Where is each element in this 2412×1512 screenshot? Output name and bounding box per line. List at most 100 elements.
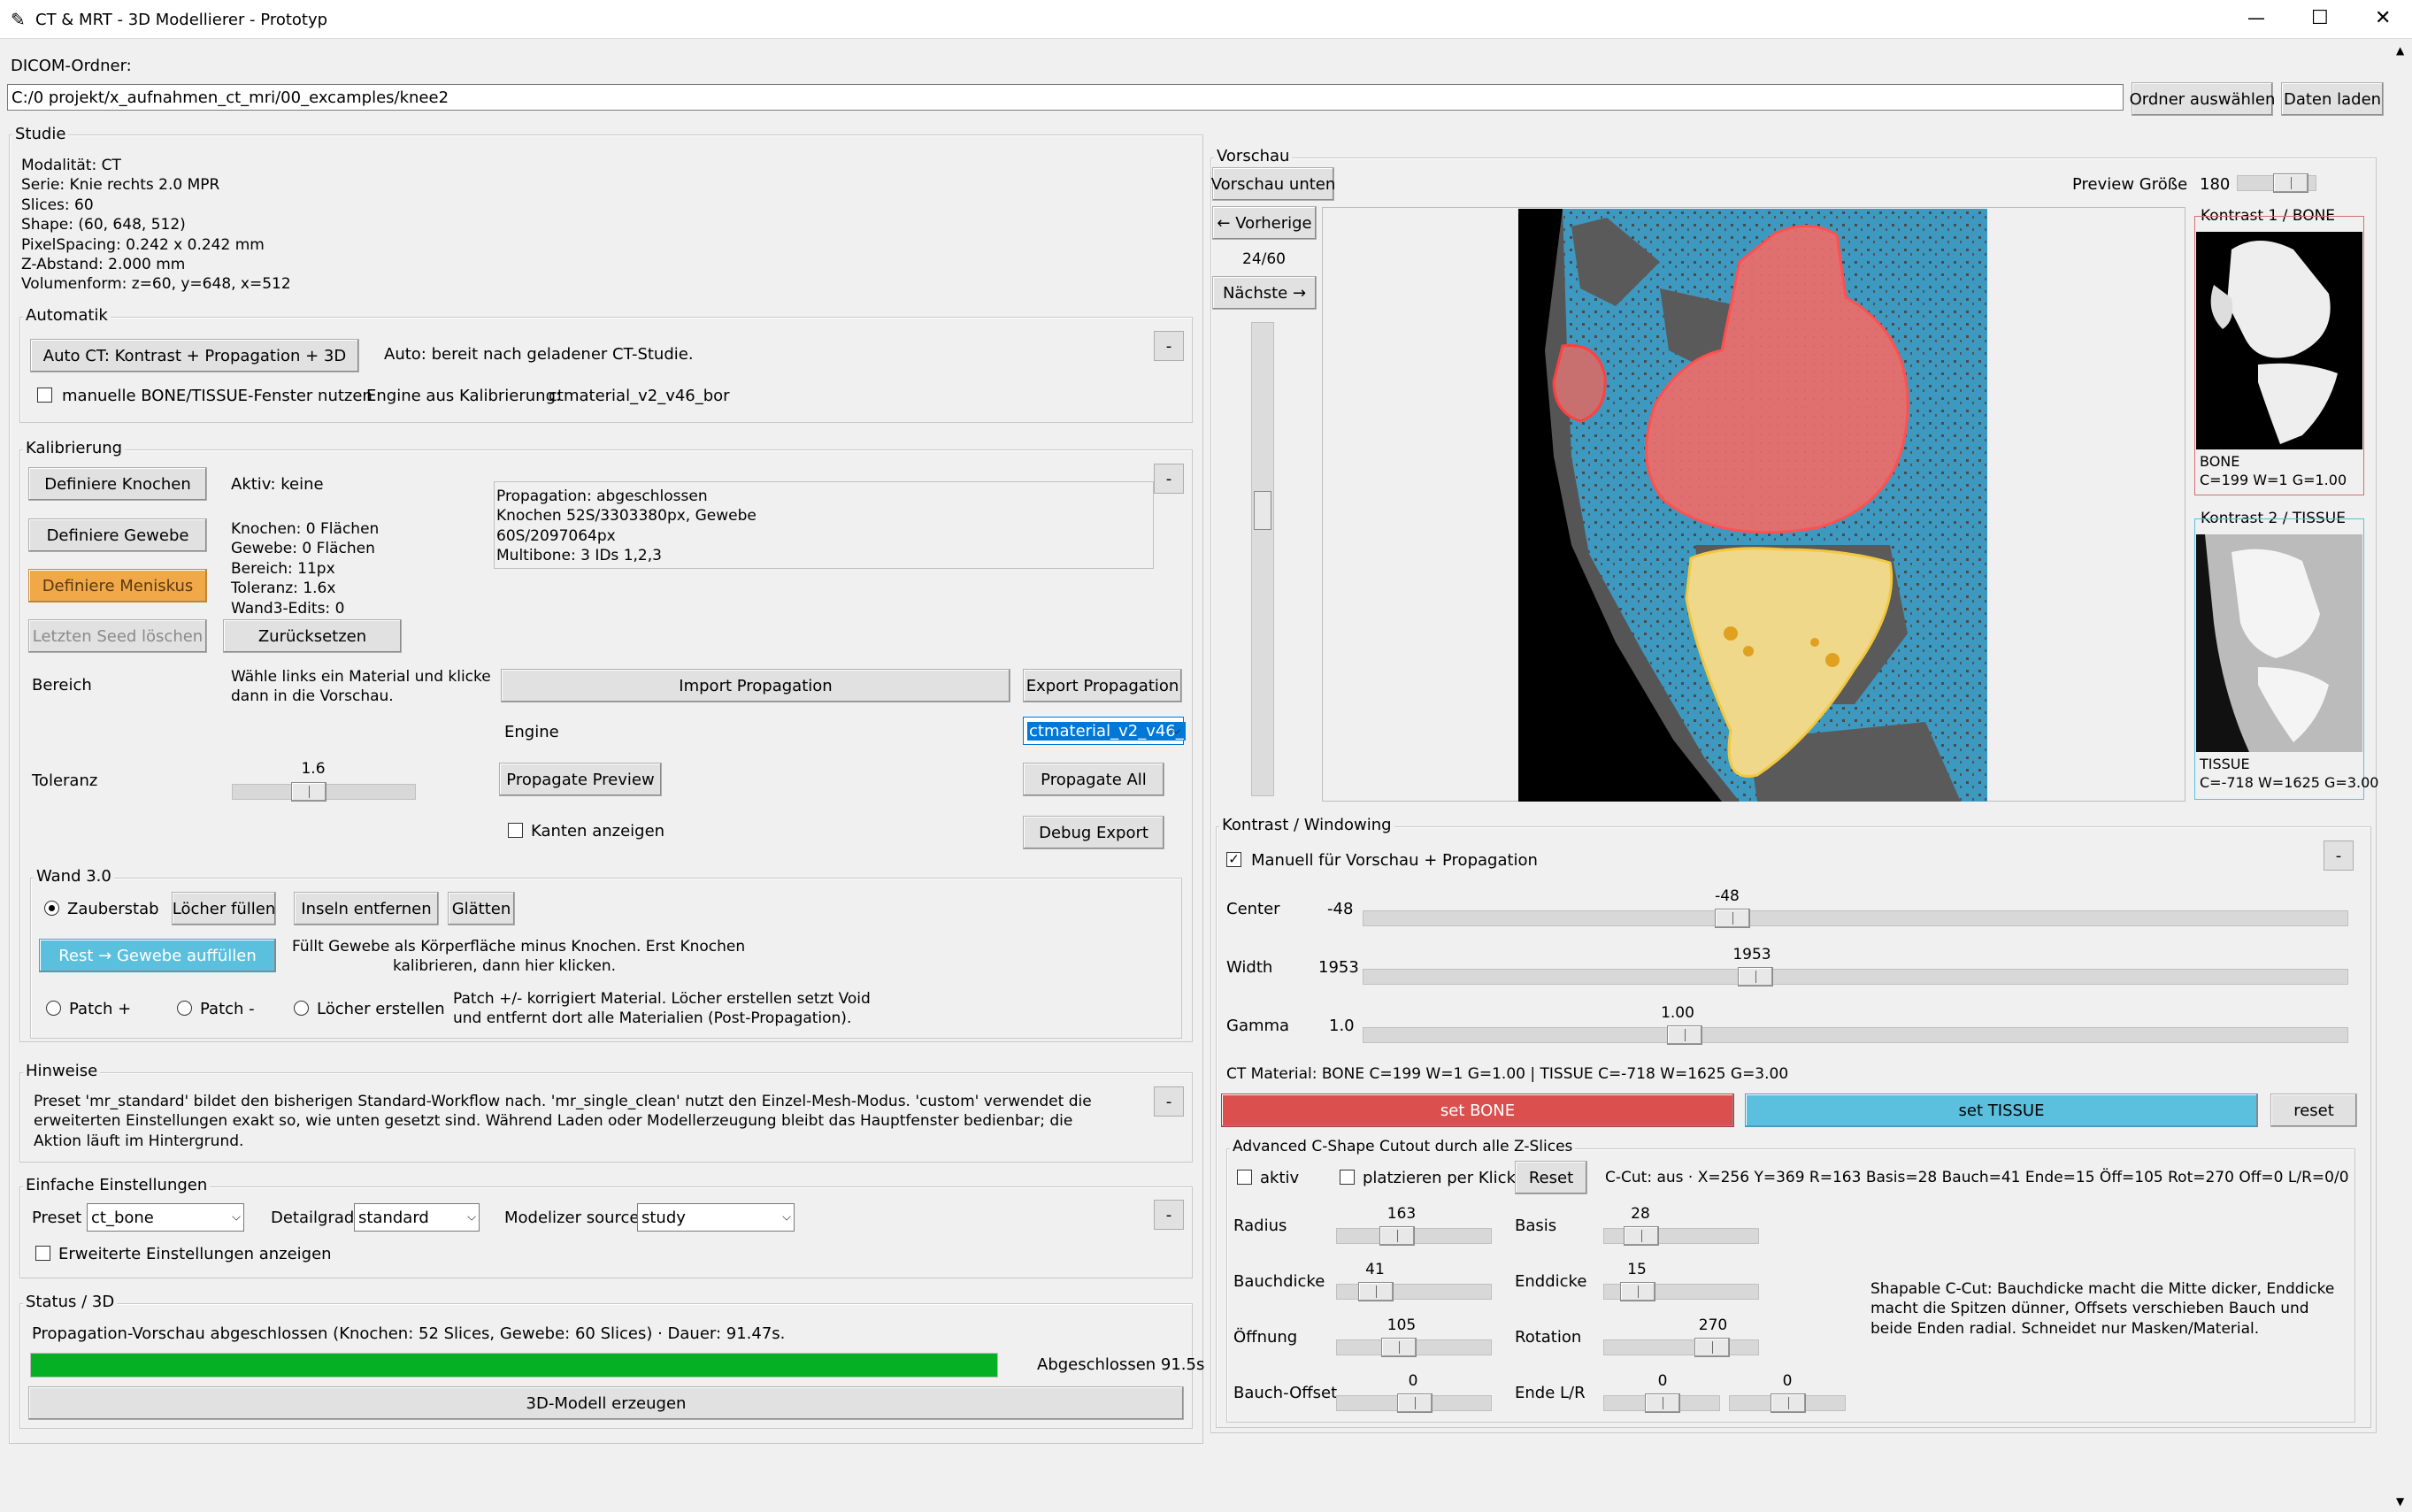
create-3d-model-button[interactable]: 3D-Modell erzeugen (28, 1386, 1184, 1420)
gamma-slider-thumb[interactable] (1667, 1025, 1703, 1045)
hinweise-collapse-button[interactable]: - (1154, 1086, 1184, 1117)
bauch-offset-slider-thumb[interactable] (1397, 1393, 1433, 1413)
stat-line: Knochen: 0 Flächen (231, 520, 380, 538)
wand-title: Wand 3.0 (34, 867, 114, 886)
patch-plus-radio[interactable] (46, 1001, 61, 1016)
preview-size-label: Preview Größe (2072, 175, 2188, 194)
load-data-button[interactable]: Daten laden (2281, 82, 2384, 116)
progress-fill (31, 1354, 997, 1377)
info-line: Volumenform: z=60, y=648, x=512 (21, 275, 291, 294)
automatik-collapse-button[interactable]: - (1154, 331, 1184, 361)
import-propagation-button[interactable]: Import Propagation (501, 669, 1010, 702)
cshape-status: C-Cut: aus · X=256 Y=369 R=163 Basis=28 … (1605, 1169, 2349, 1186)
manual-preview-checkbox[interactable]: ✓ (1226, 852, 1241, 867)
enddicke-slider[interactable] (1603, 1282, 1759, 1301)
chevron-down-icon: ⌵ (467, 1210, 476, 1224)
bereich-hint: Wähle links ein Material und klicke dann… (231, 667, 491, 707)
smooth-button[interactable]: Glätten (448, 892, 515, 925)
propagate-preview-button[interactable]: Propagate Preview (499, 763, 662, 796)
bauch-slider[interactable] (1336, 1282, 1492, 1301)
delete-seed-button[interactable]: Letzten Seed löschen (28, 619, 207, 653)
slice-scrollbar[interactable] (1251, 322, 1274, 796)
chevron-down-icon: ⌵ (782, 1210, 791, 1224)
windowing-collapse-button[interactable]: - (2324, 840, 2354, 871)
title-bar (0, 0, 2412, 39)
debug-export-button[interactable]: Debug Export (1023, 816, 1164, 849)
holes-radio[interactable] (294, 1001, 309, 1016)
advanced-settings-checkbox[interactable] (35, 1246, 50, 1261)
offnung-slider-thumb[interactable] (1381, 1338, 1417, 1357)
show-edges-label: Kanten anzeigen (531, 822, 665, 840)
radius-value: 163 (1387, 1205, 1417, 1223)
ende-l-slider-thumb[interactable] (1645, 1393, 1680, 1413)
fill-holes-button[interactable]: Löcher füllen (172, 892, 276, 925)
radius-slider-thumb[interactable] (1379, 1226, 1415, 1246)
stat-line: Bereich: 11px (231, 559, 335, 578)
toleranz-slider[interactable] (232, 782, 416, 802)
auto-status: Auto: bereit nach geladener CT-Studie. (384, 345, 694, 364)
ct-preview-image[interactable] (1518, 209, 1987, 802)
dicom-path-input[interactable]: C:/0 projekt/x_aufnahmen_ct_mri/00_excam… (7, 84, 2124, 111)
auto-ct-button[interactable]: Auto CT: Kontrast + Propagation + 3D (30, 339, 359, 372)
detail-select[interactable]: standard ⌵ (354, 1203, 480, 1232)
define-bone-button[interactable]: Definiere Knochen (28, 467, 207, 501)
set-bone-button[interactable]: set BONE (1221, 1094, 1734, 1127)
ende-l-slider[interactable] (1603, 1393, 1720, 1413)
manual-windows-checkbox[interactable] (37, 388, 52, 403)
center-slider[interactable] (1363, 909, 2348, 928)
source-select[interactable]: study ⌵ (637, 1203, 795, 1232)
reset-windowing-button[interactable]: reset (2270, 1094, 2357, 1127)
center-slider-thumb[interactable] (1714, 909, 1750, 928)
toleranz-slider-thumb[interactable] (291, 782, 326, 802)
width-slider[interactable] (1363, 967, 2348, 986)
define-tissue-button[interactable]: Definiere Gewebe (28, 518, 207, 552)
minimize-icon[interactable]: — (2247, 7, 2265, 28)
cshape-reset-button[interactable]: Reset (1515, 1161, 1587, 1194)
export-propagation-button[interactable]: Export Propagation (1023, 669, 1182, 702)
offnung-slider[interactable] (1336, 1338, 1492, 1357)
engine-select[interactable]: ctmaterial_v2_v46_ ⌵ (1023, 717, 1186, 745)
progress-bar (30, 1353, 998, 1378)
window-scrollbar[interactable] (2393, 39, 2412, 1512)
basis-slider-thumb[interactable] (1624, 1226, 1659, 1246)
define-meniscus-button[interactable]: Definiere Meniskus (28, 569, 207, 602)
preview-size-value: 180 (2200, 175, 2231, 194)
slice-scrollbar-thumb[interactable] (1254, 491, 1271, 530)
close-icon[interactable]: ✕ (2375, 7, 2391, 29)
patch-minus-radio[interactable] (177, 1001, 192, 1016)
scroll-down-icon[interactable]: ▼ (2396, 1495, 2404, 1508)
cshape-active-checkbox[interactable] (1237, 1170, 1252, 1185)
set-tissue-button[interactable]: set TISSUE (1745, 1094, 2258, 1127)
previous-slice-button[interactable]: ← Vorherige (1212, 206, 1317, 240)
maximize-icon[interactable]: ☐ (2311, 7, 2329, 29)
preset-select[interactable]: ct_bone ⌵ (87, 1203, 244, 1232)
preview-size-slider[interactable] (2237, 173, 2316, 193)
basis-slider[interactable] (1603, 1226, 1759, 1246)
kalibrierung-collapse-button[interactable]: - (1154, 464, 1184, 494)
propagate-all-button[interactable]: Propagate All (1023, 763, 1164, 796)
enddicke-slider-thumb[interactable] (1620, 1282, 1655, 1301)
ende-r-slider[interactable] (1729, 1393, 1846, 1413)
einfach-collapse-button[interactable]: - (1154, 1200, 1184, 1230)
bauch-slider-thumb[interactable] (1358, 1282, 1394, 1301)
ende-r-slider-thumb[interactable] (1771, 1393, 1806, 1413)
rotation-slider[interactable] (1603, 1338, 1759, 1357)
gamma-slider[interactable] (1363, 1025, 2348, 1045)
stat-line: Wand3-Edits: 0 (231, 599, 345, 618)
rotation-slider-thumb[interactable] (1694, 1338, 1730, 1357)
remove-islands-button[interactable]: Inseln entfernen (294, 892, 439, 925)
scroll-up-icon[interactable]: ▲ (2396, 44, 2404, 57)
width-slider-thumb[interactable] (1738, 967, 1774, 986)
preview-below-button[interactable]: Vorschau unten (1211, 167, 1335, 201)
preview-size-thumb[interactable] (2273, 173, 2308, 193)
manual-preview-label: Manuell für Vorschau + Propagation (1251, 851, 1538, 870)
radius-slider[interactable] (1336, 1226, 1492, 1246)
show-edges-checkbox[interactable] (508, 823, 523, 838)
choose-folder-button[interactable]: Ordner auswählen (2130, 82, 2275, 116)
bauch-offset-slider[interactable] (1336, 1393, 1492, 1413)
rest-fill-button[interactable]: Rest → Gewebe auffüllen (39, 939, 276, 972)
zauberstab-radio[interactable] (44, 901, 59, 916)
place-by-click-checkbox[interactable] (1340, 1170, 1355, 1185)
reset-calibration-button[interactable]: Zurücksetzen (223, 619, 402, 653)
next-slice-button[interactable]: Nächste → (1212, 276, 1317, 310)
